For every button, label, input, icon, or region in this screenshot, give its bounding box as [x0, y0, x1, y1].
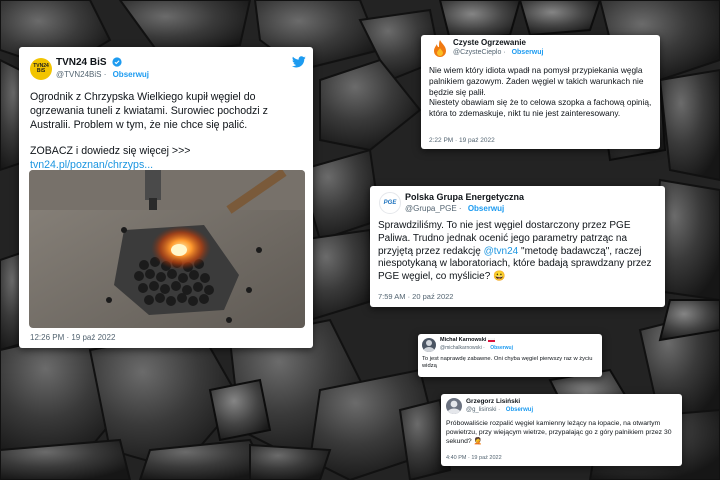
tweet-text-main: Ogrodnik z Chrzypska Wielkiego kupił węg…	[30, 91, 268, 131]
user-name[interactable]: Grzegorz Lisiński	[466, 398, 520, 405]
user-handle-text: @Grupa_PGE	[405, 204, 457, 213]
tweet-card-michal-karnowski: Michał Karnowski @michalkarnowski · Obse…	[418, 334, 602, 377]
user-handle: @michalkarnowski · Obserwuj	[440, 345, 513, 351]
user-handle: @g_lisinski · Obserwuj	[466, 407, 533, 413]
user-handle-text: @michalkarnowski	[440, 345, 482, 351]
tweet-timestamp[interactable]: 7:59 AM · 20 paź 2022	[378, 292, 453, 301]
user-handle-text: @TVN24BiS	[56, 70, 102, 79]
avatar[interactable]	[446, 398, 462, 414]
avatar[interactable]	[422, 338, 436, 352]
follow-button[interactable]: Obserwuj	[490, 345, 513, 351]
tweet-text-paragraph-1: Nie wiem który idiota wpadł na pomysł pr…	[429, 65, 644, 97]
separator-dot: ·	[496, 407, 502, 413]
avatar-logo-text: TVN24 BiS	[33, 63, 49, 74]
tweet-text-paragraph-2: Niestety obawiam się że to celowa szopka…	[429, 97, 652, 119]
tweet-text: Nie wiem który idiota wpadł na pomysł pr…	[429, 65, 657, 119]
avatar[interactable]	[430, 39, 450, 59]
user-handle-text: @CzysteCieplo	[453, 49, 502, 56]
user-handle: @CzysteCieplo · Obserwuj	[453, 49, 543, 56]
follow-button[interactable]: Obserwuj	[506, 407, 533, 413]
tweet-image[interactable]	[29, 170, 305, 328]
tweet-timestamp[interactable]: 2:22 PM · 19 paź 2022	[429, 137, 495, 144]
user-name[interactable]: Michał Karnowski	[440, 337, 496, 343]
person-avatar-icon	[447, 400, 461, 414]
user-name[interactable]: Czyste Ogrzewanie	[453, 38, 526, 47]
separator-dot: ·	[481, 345, 487, 351]
poland-flag-icon	[487, 337, 496, 342]
person-avatar-icon	[423, 340, 435, 352]
separator-dot: ·	[456, 204, 464, 213]
tweet-card-czyste-ogrzewanie: Czyste Ogrzewanie @CzysteCieplo · Obserw…	[421, 35, 660, 149]
user-name-text: Michał Karnowski	[440, 337, 487, 343]
tweet-card-tvn24bis: TVN24 BiS TVN24 BiS @TVN24BiS · Obserwuj…	[19, 47, 313, 348]
follow-button[interactable]: Obserwuj	[468, 204, 504, 213]
tweet-text: To jest naprawdę zabawne. Oni chyba węgi…	[422, 356, 593, 370]
follow-button[interactable]: Obserwuj	[113, 70, 149, 79]
user-name[interactable]: TVN24 BiS	[56, 57, 122, 68]
user-name-text: TVN24 BiS	[56, 57, 107, 68]
user-name[interactable]: Polska Grupa Energetyczna	[405, 192, 524, 202]
avatar-logo-text: PGE	[383, 200, 397, 206]
mention-link[interactable]: @tvn24	[484, 246, 519, 257]
separator-dot: ·	[101, 70, 109, 79]
avatar[interactable]: PGE	[379, 192, 401, 214]
separator-dot: ·	[501, 49, 508, 56]
tweet-card-grzegorz-lisinski: Grzegorz Lisiński @g_lisinski · Obserwuj…	[441, 394, 682, 466]
tweet-text-cta: ZOBACZ i dowiedz się więcej >>>	[30, 144, 191, 157]
user-handle-text: @g_lisinski	[466, 407, 497, 413]
tweet-timestamp[interactable]: 4:40 PM · 19 paź 2022	[446, 455, 502, 461]
tweet-text: Próbowaliście rozpalić węgiel kamienny l…	[446, 420, 672, 446]
tweet-timestamp[interactable]: 12:26 PM · 19 paź 2022	[30, 333, 115, 342]
follow-button[interactable]: Obserwuj	[512, 49, 544, 56]
verified-badge-icon	[112, 57, 122, 67]
user-handle: @TVN24BiS · Obserwuj	[56, 70, 149, 79]
twitter-bird-icon[interactable]	[292, 56, 306, 68]
tweet-card-pge: PGE Polska Grupa Energetyczna @Grupa_PGE…	[370, 186, 665, 307]
flame-logo-icon	[434, 40, 446, 57]
tweet-text: Ogrodnik z Chrzypska Wielkiego kupił węg…	[30, 91, 305, 173]
tweet-text: Sprawdziliśmy. To nie jest węgiel dostar…	[378, 220, 660, 284]
user-handle: @Grupa_PGE · Obserwuj	[405, 204, 504, 213]
avatar[interactable]: TVN24 BiS	[30, 58, 52, 80]
